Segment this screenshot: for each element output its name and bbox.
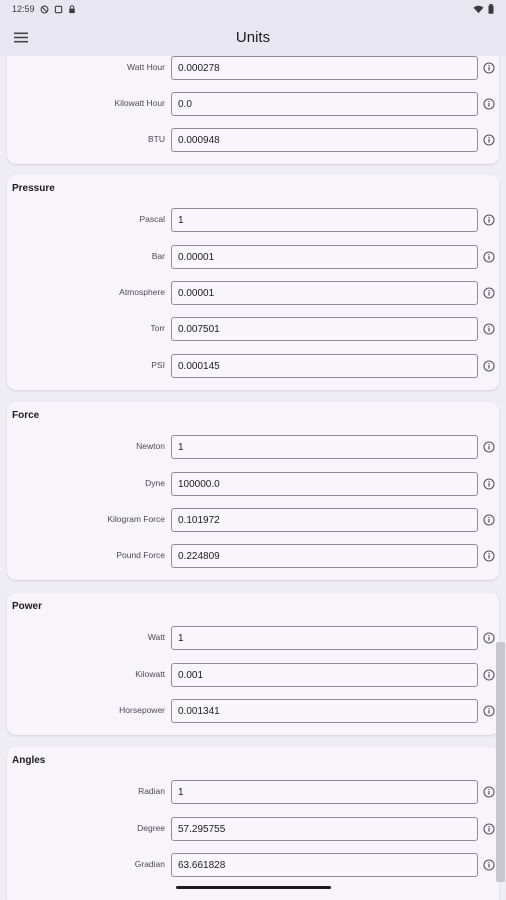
- section-title: Power: [12, 601, 43, 612]
- home-indicator[interactable]: [176, 886, 331, 889]
- status-bar-right: [473, 4, 494, 14]
- unit-row: Gradian: [7, 853, 499, 877]
- info-icon[interactable]: [483, 98, 495, 110]
- section-title: Pressure: [12, 183, 55, 194]
- info-icon[interactable]: [483, 550, 495, 562]
- do-not-disturb-icon: [40, 5, 48, 13]
- units-screen: 12:59 Units Watt Hour 0.000278 Kilowatt …: [0, 0, 506, 900]
- power-card: Power Watt Kilowatt Horsepower: [7, 593, 499, 735]
- unit-value-input[interactable]: [171, 472, 478, 496]
- info-icon[interactable]: [483, 786, 495, 798]
- unit-label: Kilowatt: [135, 669, 165, 679]
- angles-card: Angles Radian Degree Gradian: [7, 747, 499, 900]
- unit-value-input[interactable]: [171, 317, 478, 341]
- unit-row: Pascal: [7, 208, 499, 232]
- unit-label: Bar: [151, 251, 165, 261]
- unit-value-input[interactable]: [171, 699, 478, 723]
- unit-label: Watt Hour: [127, 62, 165, 72]
- unit-row: Kilowatt Hour: [7, 92, 499, 116]
- info-icon[interactable]: [483, 251, 495, 263]
- unit-value-input[interactable]: [171, 817, 478, 841]
- unit-label: Pound Force: [116, 550, 165, 560]
- unit-value-input[interactable]: [171, 92, 478, 116]
- energy-card: Watt Hour Kilowatt Hour BTU: [7, 56, 499, 164]
- unit-row: Horsepower: [7, 699, 499, 723]
- info-icon[interactable]: [483, 514, 495, 526]
- unit-row: Pound Force: [7, 544, 499, 568]
- unit-row: Bar: [7, 245, 499, 269]
- unit-label: Degree: [137, 823, 165, 833]
- status-time: 12:59: [12, 4, 35, 14]
- unit-value-input[interactable]: [171, 208, 478, 232]
- info-icon[interactable]: [483, 134, 495, 146]
- screenshot-icon: [54, 5, 62, 13]
- unit-value-input[interactable]: [171, 435, 478, 459]
- unit-label: Kilogram Force: [107, 514, 165, 524]
- unit-value-input[interactable]: [171, 663, 478, 687]
- scrollbar-thumb[interactable]: [496, 642, 505, 882]
- unit-value-input[interactable]: [171, 508, 478, 532]
- info-icon[interactable]: [483, 441, 495, 453]
- unit-label: Newton: [136, 441, 165, 451]
- app-title: Units: [235, 28, 271, 46]
- unit-label: Pascal: [139, 214, 165, 224]
- top-app-bar: Units: [0, 18, 506, 56]
- unit-list[interactable]: Watt Hour Kilowatt Hour BTU Pressure Pas…: [0, 56, 506, 900]
- unit-row: Watt Hour: [7, 56, 499, 80]
- unit-value-input[interactable]: [171, 354, 478, 378]
- hamburger-menu-icon: [14, 32, 28, 42]
- lock-icon: [68, 4, 75, 13]
- unit-value-input[interactable]: [171, 853, 478, 877]
- info-icon[interactable]: [483, 478, 495, 490]
- info-icon[interactable]: [483, 705, 495, 717]
- unit-row: Atmosphere: [7, 281, 499, 305]
- unit-row: Kilogram Force: [7, 508, 499, 532]
- unit-value-input[interactable]: [171, 780, 478, 804]
- pressure-card: Pressure Pascal Bar Atmosphere Torr: [7, 175, 499, 390]
- status-bar-left: 12:59: [12, 4, 76, 14]
- unit-row: Degree: [7, 817, 499, 841]
- unit-label: Dyne: [145, 478, 165, 488]
- unit-row: Kilowatt: [7, 663, 499, 687]
- unit-row: Dyne: [7, 472, 499, 496]
- unit-row: Torr: [7, 317, 499, 341]
- section-title: Force: [12, 410, 40, 421]
- info-icon[interactable]: [483, 823, 495, 835]
- battery-icon: [488, 4, 494, 14]
- wifi-icon: [473, 5, 484, 13]
- info-icon[interactable]: [483, 62, 495, 74]
- unit-row: BTU: [7, 128, 499, 152]
- unit-value-input[interactable]: [171, 245, 478, 269]
- unit-label: Watt: [147, 632, 165, 642]
- unit-value-input[interactable]: [171, 626, 478, 650]
- info-icon[interactable]: [483, 287, 495, 299]
- unit-label: Atmosphere: [119, 287, 165, 297]
- section-title: Angles: [12, 755, 46, 766]
- unit-value-input[interactable]: [171, 281, 478, 305]
- info-icon[interactable]: [483, 859, 495, 871]
- info-icon[interactable]: [483, 214, 495, 226]
- unit-label: BTU: [148, 134, 165, 144]
- unit-row: Watt: [7, 626, 499, 650]
- force-card: Force Newton Dyne Kilogram Force Pound F…: [7, 402, 499, 580]
- unit-label: Radian: [138, 786, 165, 796]
- unit-value-input[interactable]: [171, 544, 478, 568]
- unit-label: Horsepower: [119, 705, 165, 715]
- info-icon[interactable]: [483, 323, 495, 335]
- unit-value-input[interactable]: [171, 128, 478, 152]
- unit-row: PSI: [7, 354, 499, 378]
- unit-label: Gradian: [134, 859, 165, 869]
- unit-value-input[interactable]: [171, 56, 478, 80]
- unit-row: Newton: [7, 435, 499, 459]
- info-icon[interactable]: [483, 669, 495, 681]
- menu-button[interactable]: [12, 28, 30, 46]
- unit-label: Torr: [150, 323, 165, 333]
- status-bar: 12:59: [0, 0, 506, 18]
- info-icon[interactable]: [483, 360, 495, 372]
- info-icon[interactable]: [483, 632, 495, 644]
- unit-label: Kilowatt Hour: [114, 98, 165, 108]
- unit-row: Radian: [7, 780, 499, 804]
- unit-label: PSI: [151, 360, 165, 370]
